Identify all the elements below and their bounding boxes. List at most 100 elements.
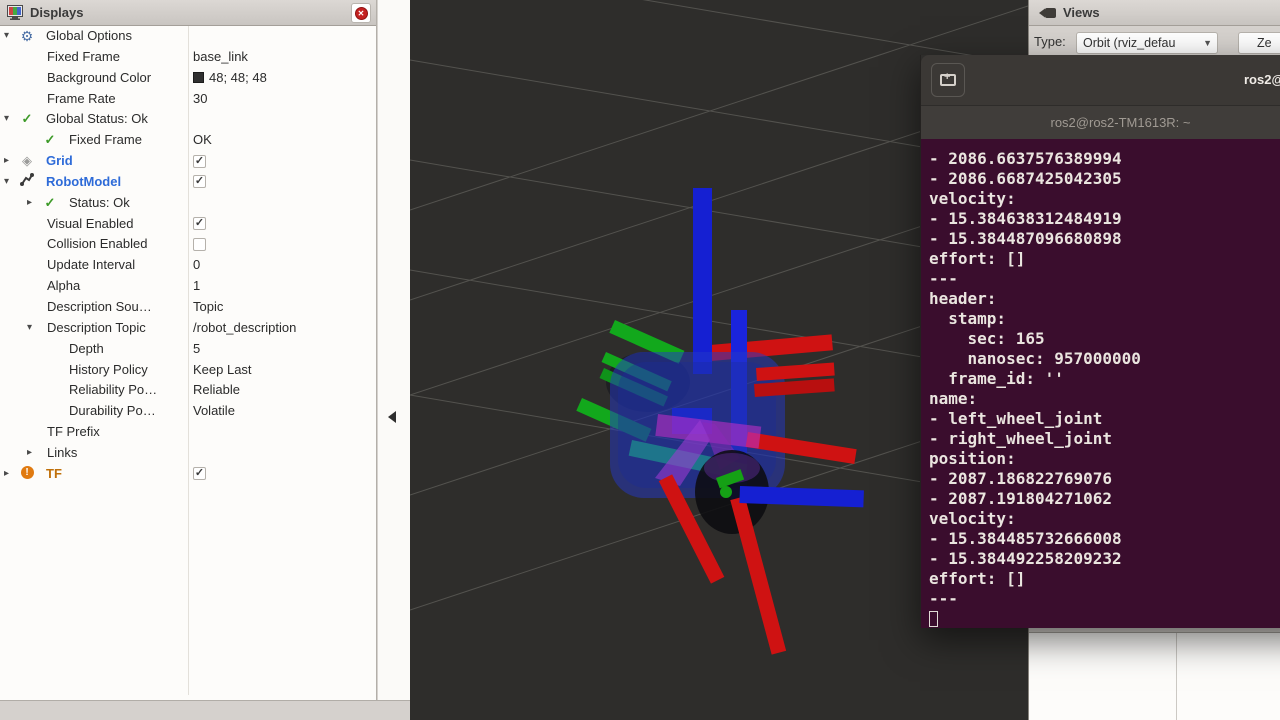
checkbox[interactable]: ✓: [193, 217, 206, 230]
tree-row-description-sou-[interactable]: Description Sou… Topic: [0, 297, 376, 318]
property-label: Fixed Frame: [69, 130, 142, 151]
expand-arrow-icon[interactable]: ▾: [4, 172, 9, 193]
tree-row-background-color[interactable]: Background Color48; 48; 48: [0, 68, 376, 89]
color-swatch: [193, 72, 204, 83]
chevron-down-icon: ▼: [1203, 33, 1212, 53]
tree-row-alpha[interactable]: Alpha1: [0, 276, 376, 297]
terminal-line: sec: 165: [929, 329, 1280, 349]
view-type-select[interactable]: Orbit (rviz_defau ▼: [1076, 32, 1218, 54]
tree-row-depth[interactable]: Depth5: [0, 339, 376, 360]
property-label: Frame Rate: [47, 89, 116, 110]
property-value[interactable]: OK: [193, 130, 212, 151]
view-type-value: Orbit (rviz_defau: [1083, 36, 1175, 50]
collapse-arrow-icon[interactable]: ▸: [27, 443, 32, 464]
check-icon: ✓: [45, 132, 56, 147]
tree-row-global-status-ok[interactable]: ▾✓Global Status: Ok: [0, 109, 376, 130]
displays-icon: [7, 5, 24, 20]
collapse-left-arrow-icon[interactable]: [388, 411, 396, 423]
checkbox[interactable]: ✓: [193, 467, 206, 480]
property-value[interactable]: Reliable: [193, 380, 240, 401]
terminal-line: frame_id: '': [929, 369, 1280, 389]
views-list[interactable]: [1029, 632, 1280, 720]
tree-row-status-ok[interactable]: ▸✓Status: Ok: [0, 193, 376, 214]
collapse-arrow-icon[interactable]: ▸: [4, 464, 9, 485]
tree-row-grid[interactable]: ▸◈Grid✓: [0, 151, 376, 172]
close-icon: ✕: [355, 7, 368, 20]
property-label: RobotModel: [46, 172, 121, 193]
terminal-output[interactable]: - 2086.6637576389994- 2086.6687425042305…: [921, 139, 1280, 628]
property-label: Status: Ok: [69, 193, 130, 214]
terminal-line: stamp:: [929, 309, 1280, 329]
views-type-row: Type: Orbit (rviz_defau ▼ Ze: [1029, 30, 1280, 55]
property-value[interactable]: 1: [193, 276, 200, 297]
terminal-line: velocity:: [929, 509, 1280, 529]
terminal-line: - 2087.191804271062: [929, 489, 1280, 509]
expand-arrow-icon[interactable]: ▾: [4, 26, 9, 47]
property-value[interactable]: 5: [193, 339, 200, 360]
views-titlebar: Views: [1029, 0, 1280, 26]
property-label: Collision Enabled: [47, 234, 147, 255]
property-value[interactable]: 0: [193, 255, 200, 276]
terminal-line: velocity:: [929, 189, 1280, 209]
tree-row-fixed-frame[interactable]: Fixed Framebase_link: [0, 47, 376, 68]
new-tab-icon: [940, 74, 956, 86]
property-value[interactable]: /robot_description: [193, 318, 296, 339]
panel-bottom-strip: [0, 700, 410, 720]
collapse-arrow-icon[interactable]: ▸: [27, 193, 32, 214]
new-tab-button[interactable]: [931, 63, 965, 97]
tree-row-links[interactable]: ▸ Links: [0, 443, 376, 464]
tree-row-robotmodel[interactable]: ▾ RobotModel ✓: [0, 172, 376, 193]
warning-icon: !: [21, 466, 34, 479]
terminal-line: position:: [929, 449, 1280, 469]
tree-row-reliability-po-[interactable]: Reliability Po… Reliable: [0, 380, 376, 401]
property-value[interactable]: 48; 48; 48: [193, 68, 267, 89]
property-value[interactable]: Volatile: [193, 401, 235, 422]
tree-row-global-options[interactable]: ▾⚙Global Options: [0, 26, 376, 47]
tree-row-description-topic[interactable]: ▾ Description Topic/robot_description: [0, 318, 376, 339]
tree-row-tf[interactable]: ▸! TF ✓: [0, 464, 376, 485]
terminal-line: effort: []: [929, 569, 1280, 589]
terminal-line: nanosec: 957000000: [929, 349, 1280, 369]
expand-arrow-icon[interactable]: ▾: [27, 318, 32, 339]
terminal-line: - right_wheel_joint: [929, 429, 1280, 449]
checkbox[interactable]: ✓: [193, 155, 206, 168]
zero-button[interactable]: Ze: [1238, 32, 1280, 54]
property-label: Visual Enabled: [47, 214, 134, 235]
property-value[interactable]: Topic: [193, 297, 223, 318]
property-value[interactable]: base_link: [193, 47, 248, 68]
terminal-line: effort: []: [929, 249, 1280, 269]
close-displays-button[interactable]: ✕: [351, 3, 371, 23]
tree-row-frame-rate[interactable]: Frame Rate 30: [0, 89, 376, 110]
expand-arrow-icon[interactable]: ▾: [4, 109, 9, 130]
tree-row-tf-prefix[interactable]: TF Prefix: [0, 422, 376, 443]
property-value[interactable]: 30: [193, 89, 207, 110]
displays-titlebar: Displays ✕: [0, 0, 376, 26]
terminal-headerbar[interactable]: ros2@: [921, 55, 1280, 105]
terminal-line: - 2086.6637576389994: [929, 149, 1280, 169]
property-label: Links: [47, 443, 77, 464]
checkbox[interactable]: [193, 238, 206, 251]
property-label: Description Topic: [47, 318, 146, 339]
property-value[interactable]: Keep Last: [193, 360, 252, 381]
tree-row-history-policy[interactable]: History Policy Keep Last: [0, 360, 376, 381]
terminal-tab[interactable]: ros2@ros2-TM1613R: ~: [921, 105, 1280, 139]
terminal-window: ros2@ ros2@ros2-TM1613R: ~ - 2086.663757…: [920, 55, 1280, 628]
property-label: TF Prefix: [47, 422, 100, 443]
collapse-arrow-icon[interactable]: ▸: [4, 151, 9, 172]
terminal-line: - 2087.186822769076: [929, 469, 1280, 489]
property-label: TF: [46, 464, 62, 485]
tree-row-visual-enabled[interactable]: Visual Enabled ✓: [0, 214, 376, 235]
property-label: History Policy: [69, 360, 148, 381]
property-label: Description Sou…: [47, 297, 152, 318]
dock-splitter[interactable]: [378, 0, 410, 700]
displays-panel: Displays ✕ ▾⚙Global OptionsFixed Frameba…: [0, 0, 377, 700]
tree-row-collision-enabled[interactable]: Collision Enabled: [0, 234, 376, 255]
tree-row-fixed-frame[interactable]: ✓ Fixed Frame OK: [0, 130, 376, 151]
view-type-label: Type:: [1034, 34, 1066, 49]
tree-row-durability-po-[interactable]: Durability Po…Volatile: [0, 401, 376, 422]
property-label: Reliability Po…: [69, 380, 157, 401]
terminal-line: - 2086.6687425042305: [929, 169, 1280, 189]
property-label: Update Interval: [47, 255, 135, 276]
checkbox[interactable]: ✓: [193, 175, 206, 188]
tree-row-update-interval[interactable]: Update Interval 0: [0, 255, 376, 276]
